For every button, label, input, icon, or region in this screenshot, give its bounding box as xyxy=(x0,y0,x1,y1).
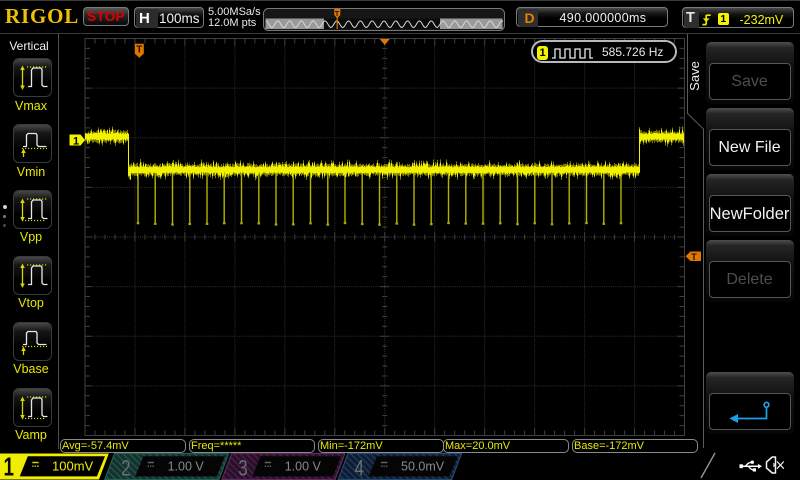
svg-text:50.0mV: 50.0mV xyxy=(401,460,445,474)
svg-text:1: 1 xyxy=(4,452,15,480)
svg-text:4: 4 xyxy=(355,456,365,480)
svg-text:1.00 V: 1.00 V xyxy=(285,460,322,474)
svg-text:2: 2 xyxy=(121,456,131,480)
svg-text:3: 3 xyxy=(238,456,248,480)
svg-text:100mV: 100mV xyxy=(52,459,94,474)
svg-text:1.00 V: 1.00 V xyxy=(168,460,205,474)
